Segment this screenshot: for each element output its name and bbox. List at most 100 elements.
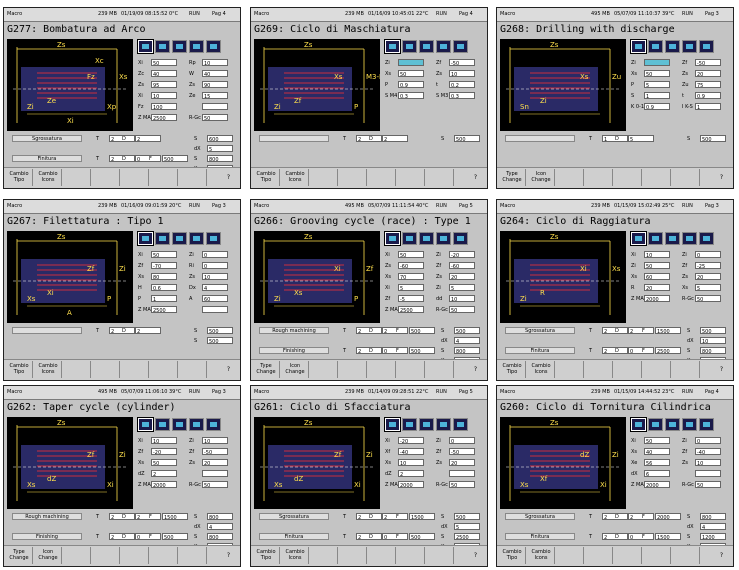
cycle-variant-icon[interactable] — [665, 232, 680, 245]
cycle-variant-icon[interactable] — [189, 232, 204, 245]
cycle-variant-icon[interactable] — [206, 418, 221, 431]
softkey-empty[interactable] — [369, 547, 396, 564]
cycle-variant-icon[interactable] — [155, 40, 170, 53]
param-value[interactable]: 5 — [454, 523, 480, 530]
softkey-empty[interactable] — [93, 169, 120, 186]
param-value[interactable]: -40 — [398, 448, 424, 455]
cycle-variant-icon[interactable] — [648, 418, 663, 431]
param-value[interactable]: 500 — [162, 155, 188, 162]
param-value[interactable]: 40 — [644, 448, 670, 455]
param-value[interactable]: 50 — [398, 70, 424, 77]
cycle-variant-icon[interactable] — [172, 418, 187, 431]
softkey-empty[interactable] — [398, 169, 425, 186]
softkey-button[interactable]: Cambio Tipo — [499, 547, 526, 564]
param-value[interactable]: 0 — [202, 251, 228, 258]
param-value[interactable]: 2 — [382, 135, 408, 142]
param-value[interactable]: 2 — [135, 135, 161, 142]
cycle-variant-icon[interactable] — [384, 417, 401, 432]
softkey-empty[interactable] — [369, 169, 396, 186]
param-value[interactable]: -50 — [449, 448, 475, 455]
param-value[interactable]: 5 — [398, 284, 424, 291]
param-value[interactable]: 95 — [151, 81, 177, 88]
cycle-variant-icon[interactable] — [206, 40, 221, 53]
cycle-variant-icon[interactable] — [384, 231, 401, 246]
param-value[interactable]: 800 — [454, 347, 480, 354]
softkey-button[interactable]: Cambio Tipo — [499, 361, 526, 378]
param-value[interactable] — [202, 470, 228, 477]
softkey-empty[interactable] — [673, 169, 700, 186]
param-value[interactable]: 0 — [202, 262, 228, 269]
softkey-button[interactable]: Cambio Icons — [35, 169, 62, 186]
param-value[interactable]: 50 — [695, 481, 721, 488]
cycle-variant-icon[interactable] — [436, 40, 451, 53]
param-value[interactable]: 1 — [151, 295, 177, 302]
softkey-button[interactable]: Cambio Tipo — [253, 169, 280, 186]
param-value[interactable]: -20 — [449, 251, 475, 258]
param-value[interactable]: -50 — [202, 448, 228, 455]
softkey-empty[interactable] — [586, 361, 613, 378]
softkey-empty[interactable] — [644, 169, 671, 186]
param-value[interactable]: -50 — [449, 59, 475, 66]
softkey-empty[interactable] — [122, 361, 149, 378]
cycle-variant-icon[interactable] — [137, 417, 154, 432]
cycle-variant-icon[interactable] — [699, 418, 714, 431]
param-value[interactable]: 90 — [202, 81, 228, 88]
param-value[interactable]: 4 — [207, 523, 233, 530]
cycle-variant-icon[interactable] — [172, 232, 187, 245]
help-key[interactable]: ? — [227, 174, 230, 181]
param-value[interactable]: 50 — [695, 295, 721, 302]
param-value[interactable]: 15 — [202, 92, 228, 99]
softkey-empty[interactable] — [122, 547, 149, 564]
param-value[interactable]: 10 — [644, 251, 670, 258]
param-value[interactable]: 4 — [454, 337, 480, 344]
param-value[interactable]: 100 — [151, 103, 177, 110]
cycle-variant-icon[interactable] — [189, 40, 204, 53]
softkey-button[interactable]: Type Change — [6, 547, 33, 564]
param-value[interactable]: 500 — [409, 533, 435, 540]
help-key[interactable]: ? — [474, 174, 477, 181]
param-value[interactable]: 20 — [202, 459, 228, 466]
cycle-variant-icon[interactable] — [682, 40, 697, 53]
param-value[interactable]: 10 — [202, 59, 228, 66]
param-value[interactable]: 1500 — [655, 327, 681, 334]
cycle-variant-icon[interactable] — [682, 418, 697, 431]
param-value[interactable]: 2500 — [454, 533, 480, 540]
param-value[interactable]: 20 — [449, 459, 475, 466]
cycle-variant-icon[interactable] — [630, 39, 647, 54]
softkey-empty[interactable] — [557, 169, 584, 186]
param-value[interactable]: 1500 — [162, 513, 188, 520]
param-value[interactable]: 40 — [151, 70, 177, 77]
param-value[interactable]: 10 — [151, 92, 177, 99]
param-value[interactable]: 0 — [449, 437, 475, 444]
cycle-variant-icon[interactable] — [665, 40, 680, 53]
param-value[interactable]: 10 — [398, 459, 424, 466]
softkey-empty[interactable] — [311, 547, 338, 564]
param-value[interactable]: -5 — [398, 295, 424, 302]
param-value[interactable]: 0 — [695, 251, 721, 258]
param-value[interactable]: 0.9 — [398, 81, 424, 88]
softkey-button[interactable]: Cambio Icons — [282, 169, 309, 186]
softkey-empty[interactable] — [64, 169, 91, 186]
param-value[interactable]: 20 — [695, 70, 721, 77]
softkey-button[interactable]: Cambio Tipo — [6, 169, 33, 186]
param-value[interactable]: 800 — [207, 513, 233, 520]
param-value[interactable]: -50 — [695, 59, 721, 66]
cycle-variant-icon[interactable] — [436, 418, 451, 431]
help-key[interactable]: ? — [227, 366, 230, 373]
cycle-variant-icon[interactable] — [402, 418, 417, 431]
param-value[interactable] — [202, 306, 228, 313]
softkey-button[interactable]: Type Change — [499, 169, 526, 186]
param-value[interactable] — [644, 59, 670, 66]
cycle-variant-icon[interactable] — [453, 232, 468, 245]
softkey-empty[interactable] — [93, 361, 120, 378]
param-value[interactable]: 0.3 — [449, 92, 475, 99]
param-value[interactable]: 500 — [409, 347, 435, 354]
softkey-button[interactable]: Icon Change — [282, 361, 309, 378]
help-key[interactable]: ? — [227, 552, 230, 559]
param-value[interactable]: 50 — [449, 306, 475, 313]
param-value[interactable]: 10 — [202, 437, 228, 444]
param-value[interactable]: -20 — [398, 437, 424, 444]
param-value[interactable]: 2500 — [655, 347, 681, 354]
softkey-empty[interactable] — [427, 361, 454, 378]
param-value[interactable]: 50 — [202, 481, 228, 488]
